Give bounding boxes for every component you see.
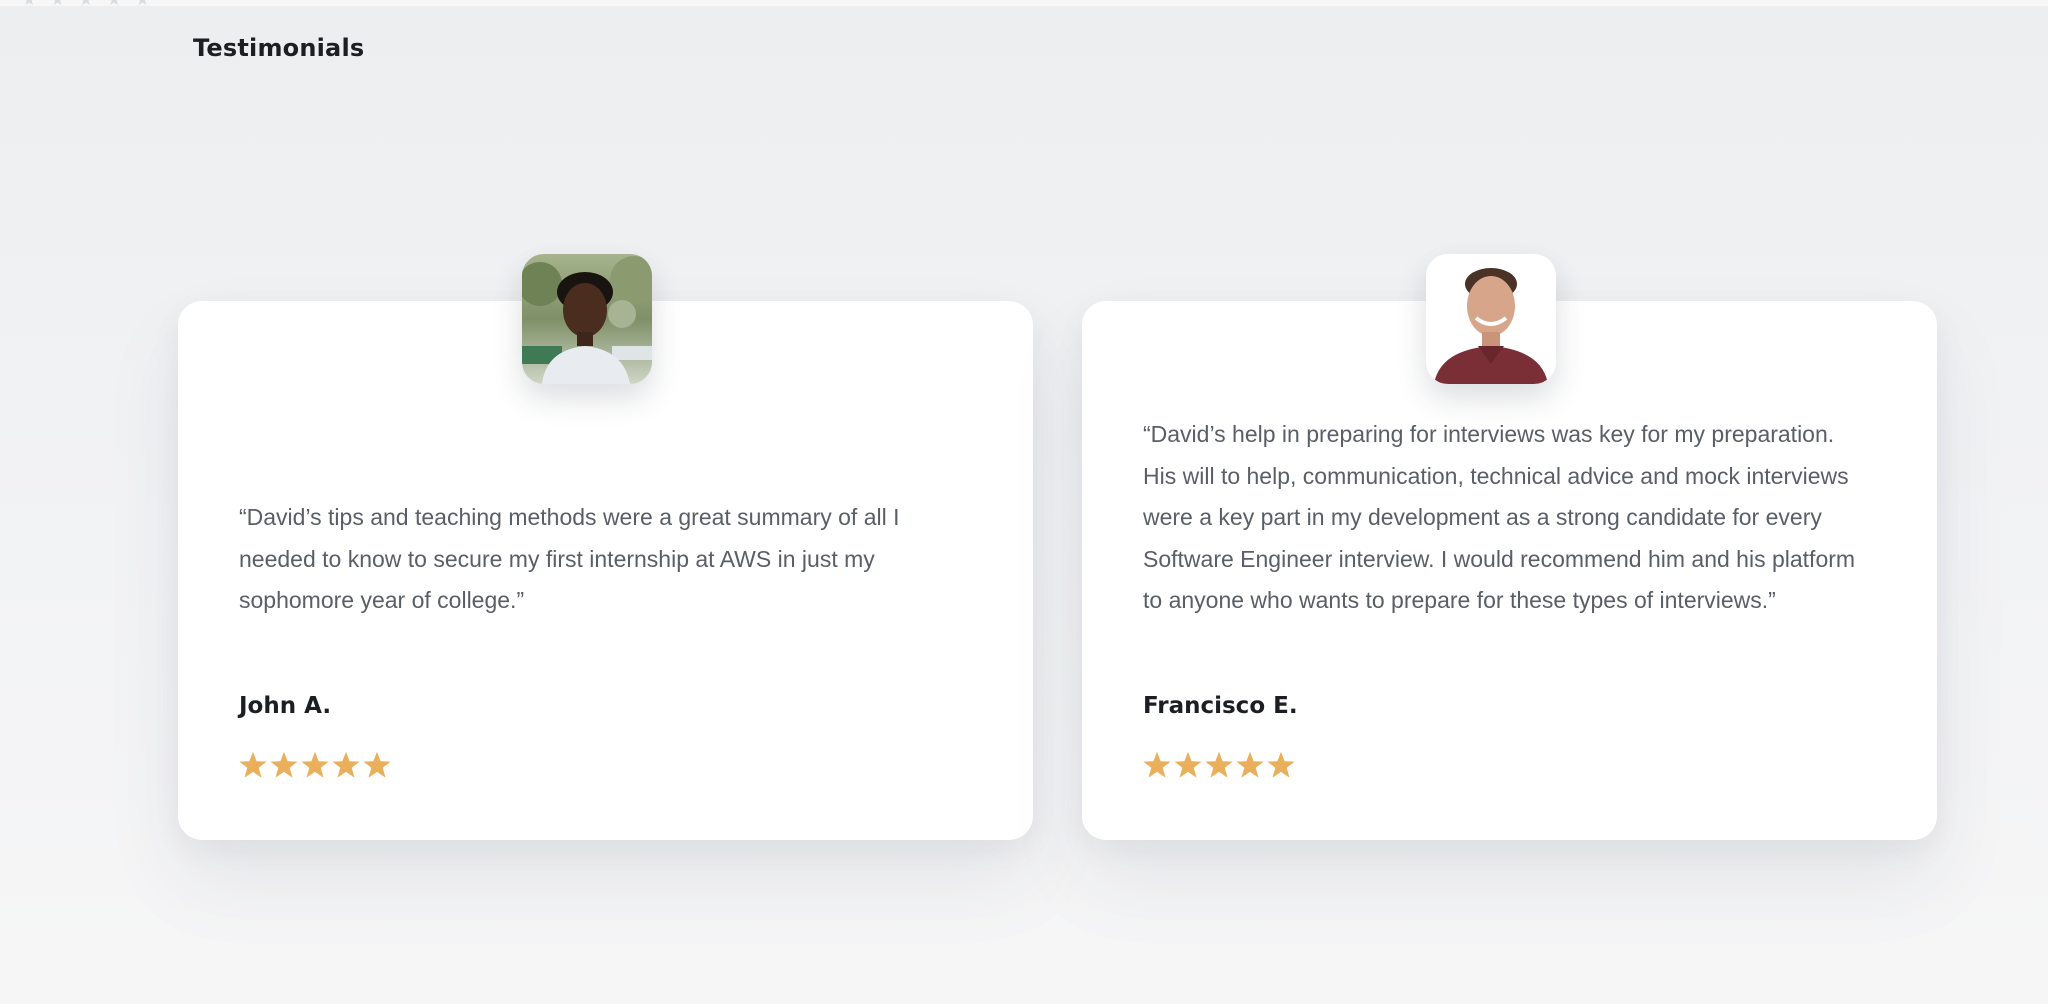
star-icon [269, 750, 299, 780]
person-photo-icon [522, 254, 652, 384]
star-icon [238, 750, 268, 780]
star-icon [1235, 750, 1265, 780]
star-icon [300, 750, 330, 780]
star-icon [1142, 750, 1172, 780]
star-icon [1266, 750, 1296, 780]
testimonial-card: “David’s help in preparing for interview… [1082, 254, 1937, 840]
star-icon: ★ [107, 0, 121, 6]
star-icon: ★ [50, 0, 64, 6]
testimonial-quote: “David’s help in preparing for interview… [1143, 421, 1856, 613]
top-strip [0, 0, 2048, 6]
star-icon: ★ [135, 0, 149, 6]
person-photo-icon [1426, 254, 1556, 384]
testimonial-quote: “David’s tips and teaching methods were … [239, 504, 900, 613]
section-title: Testimonials [193, 34, 365, 62]
star-icon: ★ [79, 0, 93, 6]
star-icon [1204, 750, 1234, 780]
testimonial-author: Francisco E. [1143, 693, 1298, 719]
testimonial-author: John A. [239, 693, 332, 719]
testimonial-card: “David’s tips and teaching methods were … [178, 254, 1033, 840]
star-rating [1142, 750, 1296, 780]
star-rating [238, 750, 392, 780]
star-icon: ★ [22, 0, 36, 6]
top-decorative-stars: ★ ★ ★ ★ ★ [0, 0, 150, 6]
avatar [522, 254, 652, 384]
star-icon [331, 750, 361, 780]
star-icon [362, 750, 392, 780]
avatar [1426, 254, 1556, 384]
star-icon [1173, 750, 1203, 780]
